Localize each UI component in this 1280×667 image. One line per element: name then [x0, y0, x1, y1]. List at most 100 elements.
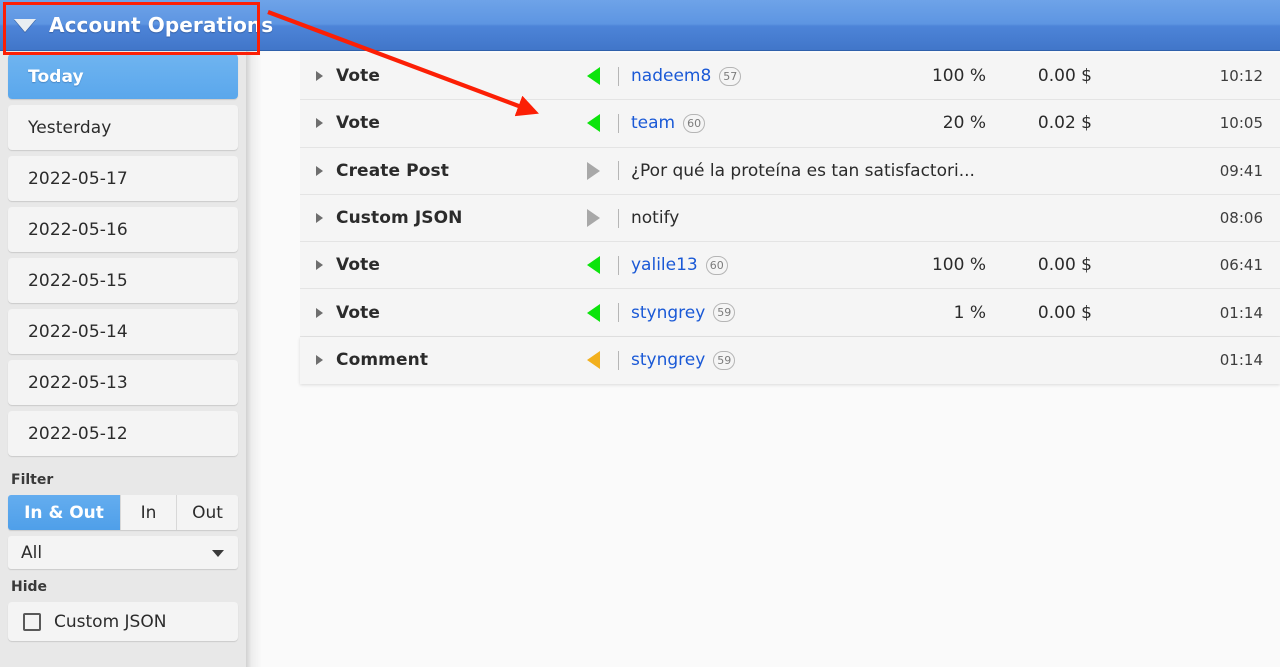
operation-type-label: Comment: [336, 350, 429, 371]
sidebar-date-item[interactable]: 2022-05-16: [8, 207, 238, 252]
triangle-right-gray-icon: [586, 209, 600, 228]
operation-time: 06:41: [1219, 256, 1263, 275]
operation-type-label: Create Post: [336, 160, 449, 181]
reputation-badge: 60: [683, 113, 706, 133]
filter-section-label: Filter: [11, 472, 54, 488]
operation-target: ¿Por qué la proteína es tan satisfactori…: [631, 161, 1280, 181]
operation-amount: 0.00 $: [1037, 255, 1092, 276]
operation-amount: 0.00 $: [1037, 302, 1092, 323]
direction-indicator: [576, 67, 610, 86]
operation-row[interactable]: Custom JSON notify 08:06: [300, 194, 1280, 243]
window-titlebar[interactable]: Account Operations: [0, 0, 1280, 51]
expand-triangle-icon[interactable]: [316, 165, 323, 176]
filter-type-select[interactable]: All: [8, 536, 238, 569]
operation-row[interactable]: Vote styngrey 59 1 % 0.00 $ 01:14: [300, 289, 1280, 337]
account-link[interactable]: nadeem8: [631, 66, 711, 86]
operation-row[interactable]: Comment styngrey 59 01:14: [300, 336, 1280, 385]
column-divider: [618, 350, 619, 370]
operation-target: notify: [631, 208, 1280, 228]
reputation-badge: 59: [713, 303, 736, 323]
direction-indicator: [576, 256, 610, 275]
operation-time: 10:12: [1219, 67, 1263, 86]
account-link[interactable]: styngrey: [631, 350, 705, 370]
expand-triangle-icon[interactable]: [316, 71, 323, 82]
sidebar-date-item-label: 2022-05-15: [28, 270, 128, 291]
sidebar-date-item[interactable]: 2022-05-17: [8, 156, 238, 201]
operation-target-text: notify: [631, 208, 680, 229]
filter-segment-label: Out: [192, 502, 223, 523]
triangle-left-green-icon: [586, 67, 600, 86]
filter-segment-label: In: [140, 502, 157, 523]
filter-segment-1[interactable]: In: [121, 495, 177, 530]
account-link[interactable]: yalile13: [631, 255, 698, 275]
operation-target: styngrey 59: [631, 350, 1280, 370]
vote-percent: 1 %: [953, 302, 986, 323]
operations-list: Vote nadeem8 57 100 % 0.00 $ 10:12 Vote team 60 2…: [300, 53, 1280, 385]
operation-time: 09:41: [1219, 161, 1263, 180]
filter-type-select-value: All: [21, 542, 43, 563]
operation-row[interactable]: Vote team 60 20 % 0.02 $ 10:05: [300, 100, 1280, 148]
vote-percent: 100 %: [931, 255, 986, 276]
sidebar-date-item[interactable]: 2022-05-14: [8, 309, 238, 354]
operation-type-label: Vote: [336, 255, 380, 276]
direction-indicator: [576, 351, 610, 370]
sidebar-date-list: Today Yesterday 2022-05-17 2022-05-16 2022-0…: [0, 54, 246, 456]
hide-option-list: Custom JSON: [0, 602, 246, 641]
triangle-left-amber-icon: [586, 351, 600, 370]
sidebar-date-item[interactable]: 2022-05-13: [8, 360, 238, 405]
direction-indicator: [576, 303, 610, 322]
column-divider: [618, 161, 619, 181]
column-divider: [618, 303, 619, 323]
account-link[interactable]: styngrey: [631, 303, 705, 323]
filter-segmented-control[interactable]: In & Out In Out: [8, 495, 238, 530]
column-divider: [618, 66, 619, 86]
sidebar-date-item-label: Today: [28, 66, 84, 87]
sidebar-date-item[interactable]: 2022-05-15: [8, 258, 238, 303]
sidebar-date-item[interactable]: Today: [8, 54, 238, 99]
reputation-badge: 57: [719, 66, 742, 86]
direction-indicator: [576, 209, 610, 228]
expand-triangle-icon[interactable]: [316, 307, 323, 318]
sidebar-date-item-label: Yesterday: [28, 117, 112, 138]
triangle-left-green-icon: [586, 303, 600, 322]
operation-amount: 0.00 $: [1037, 66, 1092, 87]
expand-triangle-icon[interactable]: [316, 260, 323, 271]
triangle-right-gray-icon: [586, 161, 600, 180]
operation-row[interactable]: Create Post ¿Por qué la proteína es tan s…: [300, 147, 1280, 195]
operation-time: 01:14: [1219, 351, 1263, 370]
column-divider: [618, 208, 619, 228]
sidebar[interactable]: Today Yesterday 2022-05-17 2022-05-16 2022-0…: [0, 51, 246, 667]
hide-option-item[interactable]: Custom JSON: [8, 602, 238, 641]
operation-time: 08:06: [1219, 209, 1263, 228]
sidebar-edge-shadow: [246, 51, 262, 667]
expand-triangle-icon[interactable]: [316, 118, 323, 129]
sidebar-date-item-label: 2022-05-17: [28, 168, 128, 189]
vote-percent: 20 %: [942, 113, 986, 134]
checkbox-icon[interactable]: [23, 612, 41, 631]
chevron-down-icon[interactable]: [14, 19, 36, 32]
operation-time: 01:14: [1219, 303, 1263, 322]
chevron-down-icon: [212, 550, 224, 557]
vote-percent: 100 %: [931, 66, 986, 87]
triangle-left-green-icon: [586, 114, 600, 133]
sidebar-date-item[interactable]: Yesterday: [8, 105, 238, 150]
column-divider: [618, 255, 619, 275]
filter-segment-2[interactable]: Out: [177, 495, 238, 530]
filter-segment-0[interactable]: In & Out: [8, 495, 121, 530]
hide-section-label: Hide: [11, 579, 48, 595]
filter-segment-label: In & Out: [24, 502, 104, 523]
sidebar-date-item-label: 2022-05-12: [28, 423, 128, 444]
sidebar-date-item[interactable]: 2022-05-12: [8, 411, 238, 456]
hide-option-label: Custom JSON: [54, 611, 167, 632]
reputation-badge: 60: [705, 255, 728, 275]
account-link[interactable]: team: [631, 113, 675, 133]
operation-row[interactable]: Vote nadeem8 57 100 % 0.00 $ 10:12: [300, 53, 1280, 101]
operation-type-label: Custom JSON: [336, 208, 463, 229]
expand-triangle-icon[interactable]: [316, 355, 323, 366]
operation-time: 10:05: [1219, 114, 1263, 133]
operation-row[interactable]: Vote yalile13 60 100 % 0.00 $ 06:41: [300, 242, 1280, 290]
direction-indicator: [576, 161, 610, 180]
expand-triangle-icon[interactable]: [316, 213, 323, 224]
column-divider: [618, 113, 619, 133]
sidebar-date-item-label: 2022-05-14: [28, 321, 128, 342]
